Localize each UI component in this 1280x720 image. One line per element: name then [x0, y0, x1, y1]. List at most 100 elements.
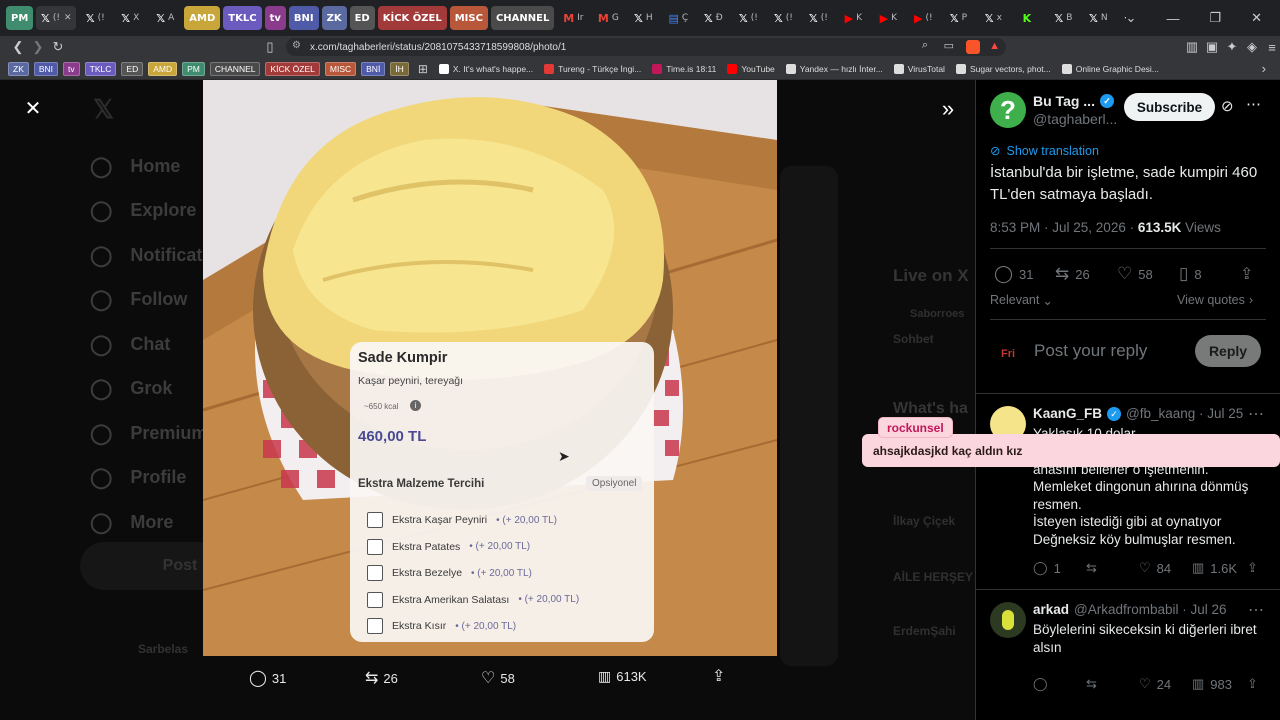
apps-grid-icon[interactable]: ⊞ [418, 62, 428, 76]
reply-button[interactable]: Reply [1195, 335, 1261, 367]
browser-tab[interactable]: 𝕏 (! ✕ [36, 6, 77, 30]
bookmark-link[interactable]: Time.is 18:11 [652, 63, 716, 74]
more-bookmarks-icon[interactable]: › [1262, 61, 1266, 76]
bookmark-link[interactable]: Online Graphic Desi... [1061, 63, 1159, 74]
reply-2-like-action[interactable]: ♡ 24 [1139, 676, 1171, 692]
bookmark-folder[interactable]: CHANNEL [209, 61, 261, 76]
browser-tab[interactable]: 𝕏 (! [732, 6, 764, 30]
post-photo[interactable]: Sade Kumpir Kaşar peyniri, tereyağı ~650… [203, 80, 777, 656]
reply-1-views-action[interactable]: ▥ 1.6K [1192, 560, 1237, 576]
brave-rewards-icon[interactable]: ▲ [989, 40, 1000, 52]
bookmark-link[interactable]: Sugar vectors, phot... [955, 63, 1051, 74]
browser-tab[interactable]: tv [264, 6, 286, 30]
post-share-action[interactable]: ⇪ [1240, 264, 1253, 284]
browser-tab[interactable]: TKLC [223, 6, 262, 30]
bookmark-link[interactable]: Tureng - Türkçe İngi... [544, 63, 641, 74]
more-options-icon[interactable]: ⋯ [1248, 600, 1264, 620]
photo-share-action[interactable]: ⇪ [712, 666, 725, 686]
bookmark-folder[interactable]: ZK [8, 61, 29, 76]
browser-tab[interactable]: ▶ K [872, 6, 904, 30]
bookmark-folder[interactable]: TKLC [84, 61, 117, 76]
more-options-icon[interactable]: ⋯ [1248, 404, 1264, 424]
bookmark-folder[interactable]: AMD [148, 61, 178, 76]
grok-icon[interactable]: ⊘ [1221, 97, 1234, 115]
browser-tab[interactable]: 𝕏X [114, 6, 146, 30]
browser-tab[interactable]: PM [6, 6, 34, 30]
bookmark-link[interactable]: YouTube [727, 63, 775, 74]
browser-tab[interactable]: MG [592, 6, 624, 30]
sort-relevant-button[interactable]: Relevant ⌄ [990, 293, 1053, 308]
reply-item-1[interactable]: KaanG_FB ✓ @fb_kaang · Jul 25 ⋯ Yaklaşık… [976, 393, 1280, 590]
bookmark-link[interactable]: VirusTotal [893, 63, 945, 74]
bookmark-folder[interactable]: İH [390, 61, 409, 76]
photo-repost-action[interactable]: ⇆ 26 [365, 668, 398, 688]
bookmark-link[interactable]: X. It's what's happe... [438, 63, 533, 74]
reload-icon[interactable]: ↻ [48, 39, 68, 55]
reply-input[interactable]: Post your reply [1034, 341, 1147, 361]
browser-tab[interactable]: 𝕏 (! [767, 6, 799, 30]
more-options-icon[interactable]: ⋯ [1246, 95, 1261, 113]
photo-like-action[interactable]: ♡ 58 [481, 668, 515, 688]
subscribe-button[interactable]: Subscribe [1124, 93, 1215, 121]
reply-2-share-action[interactable]: ⇪ [1247, 676, 1258, 692]
bookmark-folder[interactable]: tv [63, 61, 80, 76]
close-window-icon[interactable]: ✕ [1251, 10, 1262, 26]
show-translation-link[interactable]: ⊘ Show translation [990, 143, 1099, 159]
reply-2-repost-action[interactable]: ⇆ [1086, 676, 1097, 692]
author-avatar[interactable]: ? [990, 92, 1026, 128]
browser-tab[interactable]: 𝕏B [1047, 6, 1079, 30]
collapse-panel-button[interactable]: » [936, 97, 960, 121]
wallet-icon[interactable]: ▣ [1202, 39, 1222, 55]
browser-tab[interactable]: AMD [184, 6, 221, 30]
reply-1-reply-action[interactable]: ◯ 1 [1033, 560, 1061, 576]
browser-tab[interactable]: ED [349, 6, 375, 30]
vpn-icon[interactable]: ◈ [1242, 39, 1262, 55]
browser-tab[interactable]: MISC [449, 6, 488, 30]
reply-item-2[interactable]: arkad @Arkadfrombabil · Jul 26 ⋯ Böylele… [976, 589, 1280, 720]
browser-tab[interactable]: M Ir [557, 6, 589, 30]
address-bar[interactable]: ⚙ x.com/taghaberleri/status/208107543371… [286, 38, 1006, 56]
minimize-icon[interactable]: — [1166, 11, 1179, 26]
author-handle[interactable]: @taghaberl... [1033, 111, 1117, 127]
bookmark-folder[interactable]: BNI [33, 61, 59, 76]
author-name-row[interactable]: Bu Tag ... ✓ [1033, 93, 1114, 109]
sidebar-icon[interactable]: ▥ [1182, 39, 1202, 55]
browser-tab[interactable]: KİCK ÖZEL [377, 6, 447, 30]
browser-tab[interactable]: 𝕏A [149, 6, 181, 30]
browser-tab[interactable]: 𝕏x [977, 6, 1009, 30]
browser-tab[interactable]: 𝕏H [627, 6, 659, 30]
browser-tab[interactable]: 𝕏 (! [802, 6, 834, 30]
menu-icon[interactable]: ≡ [1262, 40, 1280, 55]
bookmark-page-icon[interactable]: ▯ [260, 39, 280, 55]
view-quotes-link[interactable]: View quotes › [1177, 293, 1253, 307]
reply-2-name[interactable]: arkad [1033, 602, 1069, 617]
reply-2-handle[interactable]: @Arkadfrombabil · Jul 26 [1074, 602, 1227, 617]
site-info-icon[interactable]: ⚙ [292, 40, 301, 51]
photo-views-action[interactable]: ▥ 613K [598, 668, 647, 685]
photo-reply-action[interactable]: ◯ 31 [249, 668, 286, 688]
browser-tab[interactable]: BNI [288, 6, 319, 30]
close-tab-icon[interactable]: ✕ [64, 13, 72, 23]
reply-1-handle[interactable]: @fb_kaang · Jul 25 [1126, 406, 1243, 421]
bookmark-folder[interactable]: ED [121, 61, 144, 76]
bookmark-folder[interactable]: PM [182, 61, 205, 76]
bookmark-folder[interactable]: KİCK ÖZEL [265, 61, 320, 76]
forward-icon[interactable]: ❯ [28, 39, 48, 55]
extensions-icon[interactable]: ✦ [1222, 39, 1242, 55]
reply-1-like-action[interactable]: ♡ 84 [1139, 560, 1171, 576]
post-repost-action[interactable]: ⇆ 26 [1055, 264, 1090, 284]
post-reply-action[interactable]: ◯ 31 [994, 264, 1034, 284]
post-like-action[interactable]: ♡ 58 [1117, 264, 1153, 284]
close-photo-button[interactable]: ✕ [22, 98, 44, 120]
reply-2-views-action[interactable]: ▥ 983 [1192, 676, 1232, 692]
reply-2-reply-action[interactable]: ◯ [1033, 676, 1048, 692]
browser-tab[interactable]: ▶ K [837, 6, 869, 30]
reply-avatar-2[interactable] [990, 602, 1026, 638]
bookmark-folder[interactable]: BNİ [361, 61, 386, 76]
browser-tab[interactable]: 𝕏N [1082, 6, 1114, 30]
reply-1-share-action[interactable]: ⇪ [1247, 560, 1258, 576]
browser-tab[interactable]: 𝕏P [942, 6, 974, 30]
restore-icon[interactable]: ❐ [1209, 10, 1221, 26]
back-icon[interactable]: ❮ [8, 39, 28, 55]
bookmark-link[interactable]: Yandex — hızlı İnter... [785, 63, 883, 74]
